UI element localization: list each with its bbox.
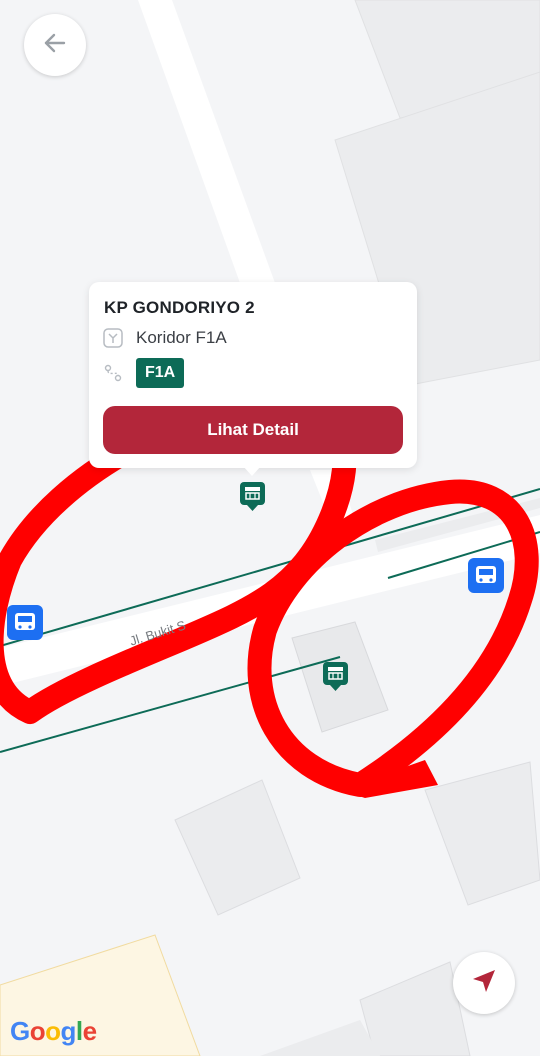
route-icon — [103, 363, 123, 383]
navigation-arrow-icon — [469, 966, 499, 1001]
corridor-icon — [103, 328, 123, 348]
arrow-left-icon — [42, 30, 68, 61]
back-button[interactable] — [24, 14, 86, 76]
bus-marker[interactable] — [7, 605, 43, 640]
stop-name: KP GONDORIYO 2 — [104, 298, 255, 317]
route-row: F1A — [103, 358, 185, 388]
popup-pointer — [243, 466, 261, 476]
route-badge[interactable]: F1A — [136, 358, 185, 388]
google-logo: Google — [10, 1016, 97, 1046]
corridor-label: Koridor F1A — [136, 328, 227, 347]
stop-info-popup: KP GONDORIYO 2 Koridor F1A F1A Lihat Det… — [89, 282, 417, 468]
bus-marker[interactable] — [468, 558, 504, 593]
my-location-button[interactable] — [453, 952, 515, 1014]
corridor-row: Koridor F1A — [103, 328, 227, 348]
map-canvas[interactable] — [0, 0, 540, 1056]
detail-button[interactable]: Lihat Detail — [103, 406, 403, 454]
